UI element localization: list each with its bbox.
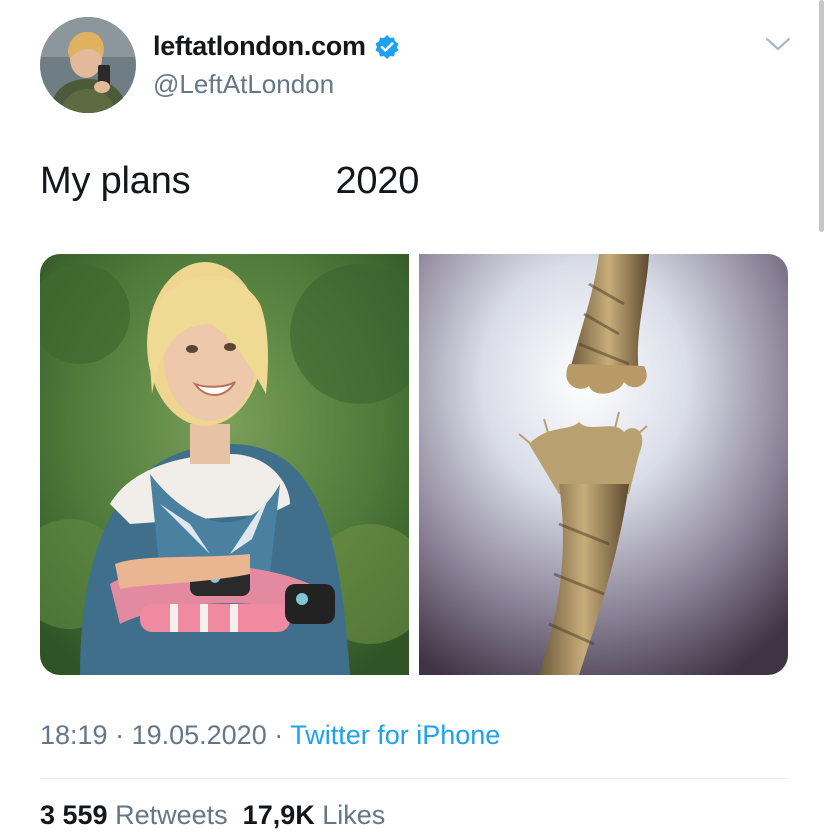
retweets-label: Retweets — [115, 800, 228, 830]
tweet-source-link[interactable]: Twitter for iPhone — [290, 720, 500, 750]
retweets-stat[interactable]: 3 559 Retweets — [40, 800, 228, 830]
media-image-rope[interactable] — [419, 254, 788, 675]
scrollbar[interactable] — [819, 0, 824, 232]
tweet-time[interactable]: 18:19 — [40, 720, 108, 750]
tweet-metadata: 18:19 · 19.05.2020 · Twitter for iPhone — [40, 720, 500, 751]
user-handle[interactable]: @LeftAtLondon — [153, 69, 334, 100]
tweet-date[interactable]: 19.05.2020 — [132, 720, 267, 750]
avatar[interactable] — [40, 17, 136, 113]
media-grid — [40, 254, 788, 675]
tweet-header: leftatlondon.com @LeftAtLondon — [40, 17, 800, 113]
divider — [40, 778, 788, 779]
chevron-down-icon[interactable] — [764, 35, 792, 55]
meta-separator: · — [266, 720, 291, 750]
verified-badge-icon — [374, 34, 400, 60]
likes-count: 17,9K — [242, 800, 315, 830]
likes-label: Likes — [322, 800, 386, 830]
media-divider — [409, 254, 419, 675]
likes-stat[interactable]: 17,9K Likes — [243, 800, 386, 830]
meta-separator: · — [107, 720, 132, 750]
tweet-text: My plans 2020 — [40, 160, 420, 202]
tweet-stats: 3 559 Retweets 17,9K Likes — [40, 800, 385, 831]
retweets-count: 3 559 — [40, 800, 108, 830]
display-name[interactable]: leftatlondon.com — [153, 31, 366, 62]
media-image-girl[interactable] — [40, 254, 409, 675]
name-row: leftatlondon.com — [153, 31, 400, 62]
